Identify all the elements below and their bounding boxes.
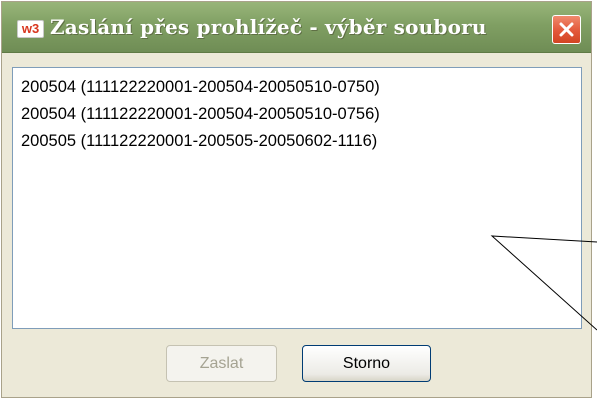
callout-pointer (490, 235, 597, 331)
